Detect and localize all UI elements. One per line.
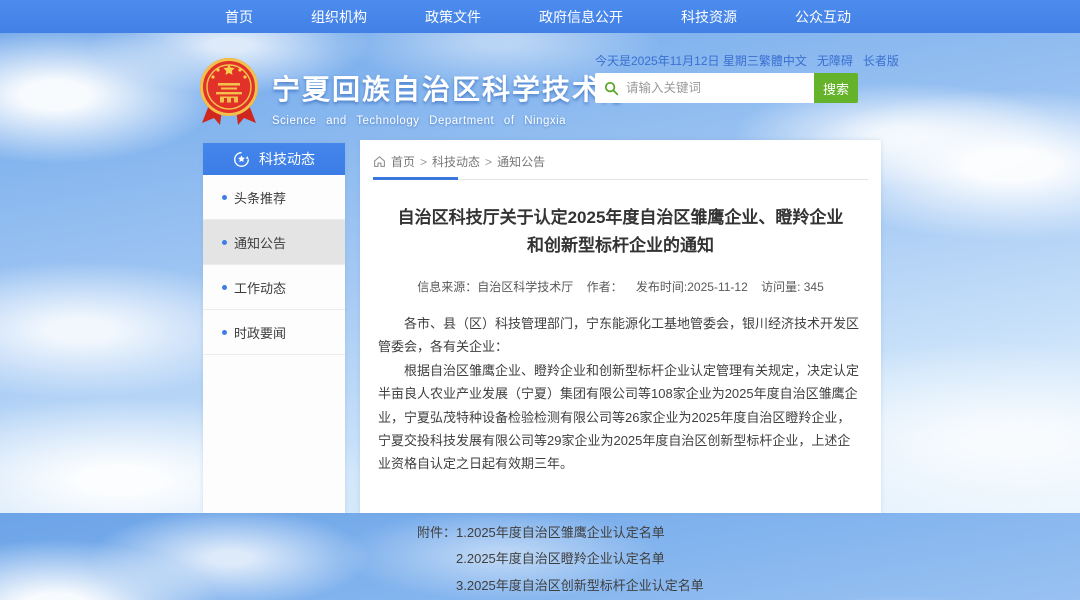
meta-publish-time: 发布时间:2025-11-12 [636, 280, 748, 294]
breadcrumb-divider [373, 179, 868, 180]
sidebar-item-label: 头条推荐 [234, 188, 286, 207]
bullet-dot-icon [222, 240, 227, 245]
header-utility-bar: 今天是2025年11月12日 星期三 繁體中文 无障碍 长者版 [595, 52, 878, 69]
breadcrumb-accent-bar [373, 177, 458, 180]
nav-item-resources[interactable]: 科技资源 [681, 7, 737, 27]
main-content-panel: 首页 > 科技动态 > 通知公告 自治区科技厅关于认定2025年度自治区雏鹰企业… [360, 140, 881, 513]
article-body: 各市、县（区）科技管理部门，宁东能源化工基地管委会，银川经济技术开发区管委会，各… [373, 312, 868, 476]
sidebar-item-label: 通知公告 [234, 233, 286, 252]
meta-source: 信息来源：自治区科学技术厅 [417, 280, 573, 294]
attachment-link-3[interactable]: 3.2025年度自治区创新型标杆企业认定名单 [456, 573, 704, 600]
article-meta: 信息来源：自治区科学技术厅 作者： 发布时间:2025-11-12 访问量: 3… [373, 278, 868, 295]
sidebar-title: 科技动态 [259, 149, 315, 169]
home-icon [373, 155, 386, 168]
search-button[interactable]: 搜索 [814, 73, 858, 103]
article-paragraph: 根据自治区雏鹰企业、瞪羚企业和创新型标杆企业认定管理有关规定，决定认定半亩良人农… [378, 359, 863, 476]
nav-item-interaction[interactable]: 公众互动 [795, 7, 851, 27]
sidebar-item-politics-news[interactable]: 时政要闻 [203, 310, 345, 355]
article-title-line2: 和创新型标杆企业的通知 [381, 232, 861, 260]
link-elderly-version[interactable]: 长者版 [863, 52, 899, 69]
nav-item-organization[interactable]: 组织机构 [311, 7, 367, 27]
sidebar: 科技动态 头条推荐 通知公告 工作动态 时政要闻 [203, 143, 345, 513]
attachments-block: 附件： 1.2025年度自治区雏鹰企业认定名单 2.2025年度自治区瞪羚企业认… [417, 520, 868, 600]
breadcrumb: 首页 > 科技动态 > 通知公告 [373, 140, 868, 170]
meta-author: 作者： [587, 280, 623, 294]
breadcrumb-tech-news[interactable]: 科技动态 [432, 153, 480, 170]
article-title-line1: 自治区科技厅关于认定2025年度自治区雏鹰企业、瞪羚企业 [381, 204, 861, 232]
sidebar-item-notices[interactable]: 通知公告 [203, 220, 345, 265]
site-title-block: 宁夏回族自治区科学技术厅 Science and Technology Depa… [272, 68, 572, 127]
sidebar-item-headlines[interactable]: 头条推荐 [203, 175, 345, 220]
national-emblem-icon [197, 55, 261, 127]
article-paragraph: 各市、县（区）科技管理部门，宁东能源化工基地管委会，银川经济技术开发区管委会，各… [378, 312, 863, 359]
sidebar-item-label: 时政要闻 [234, 323, 286, 342]
link-accessibility[interactable]: 无障碍 [817, 52, 853, 69]
breadcrumb-notices[interactable]: 通知公告 [497, 153, 545, 170]
attachment-link-1[interactable]: 1.2025年度自治区雏鹰企业认定名单 [456, 520, 704, 547]
search-input[interactable] [626, 81, 796, 95]
star-circle-icon [233, 151, 250, 168]
site-title-english: Science and Technology Department of Nin… [272, 115, 572, 127]
today-date: 今天是2025年11月12日 星期三 [595, 52, 759, 69]
breadcrumb-separator: > [420, 155, 427, 169]
bullet-dot-icon [222, 285, 227, 290]
article-title: 自治区科技厅关于认定2025年度自治区雏鹰企业、瞪羚企业 和创新型标杆企业的通知 [381, 204, 861, 260]
search-bar: 搜索 [595, 73, 858, 103]
link-traditional-chinese[interactable]: 繁體中文 [759, 52, 807, 69]
sidebar-item-work-news[interactable]: 工作动态 [203, 265, 345, 310]
attachment-link-2[interactable]: 2.2025年度自治区瞪羚企业认定名单 [456, 546, 704, 573]
top-navigation: 首页 组织机构 政策文件 政府信息公开 科技资源 公众互动 [0, 0, 1080, 33]
meta-views: 访问量: 345 [761, 280, 824, 294]
sidebar-header: 科技动态 [203, 143, 345, 175]
attachments-label: 附件： [417, 520, 456, 600]
bullet-dot-icon [222, 195, 227, 200]
breadcrumb-separator: > [485, 155, 492, 169]
search-icon [604, 81, 619, 96]
nav-item-home[interactable]: 首页 [225, 7, 253, 27]
site-title: 宁夏回族自治区科学技术厅 [272, 68, 572, 108]
bullet-dot-icon [222, 330, 227, 335]
breadcrumb-home[interactable]: 首页 [391, 153, 415, 170]
nav-item-policy[interactable]: 政策文件 [425, 7, 481, 27]
sidebar-item-label: 工作动态 [234, 278, 286, 297]
search-box [595, 73, 814, 103]
nav-item-gov-info[interactable]: 政府信息公开 [539, 7, 623, 27]
